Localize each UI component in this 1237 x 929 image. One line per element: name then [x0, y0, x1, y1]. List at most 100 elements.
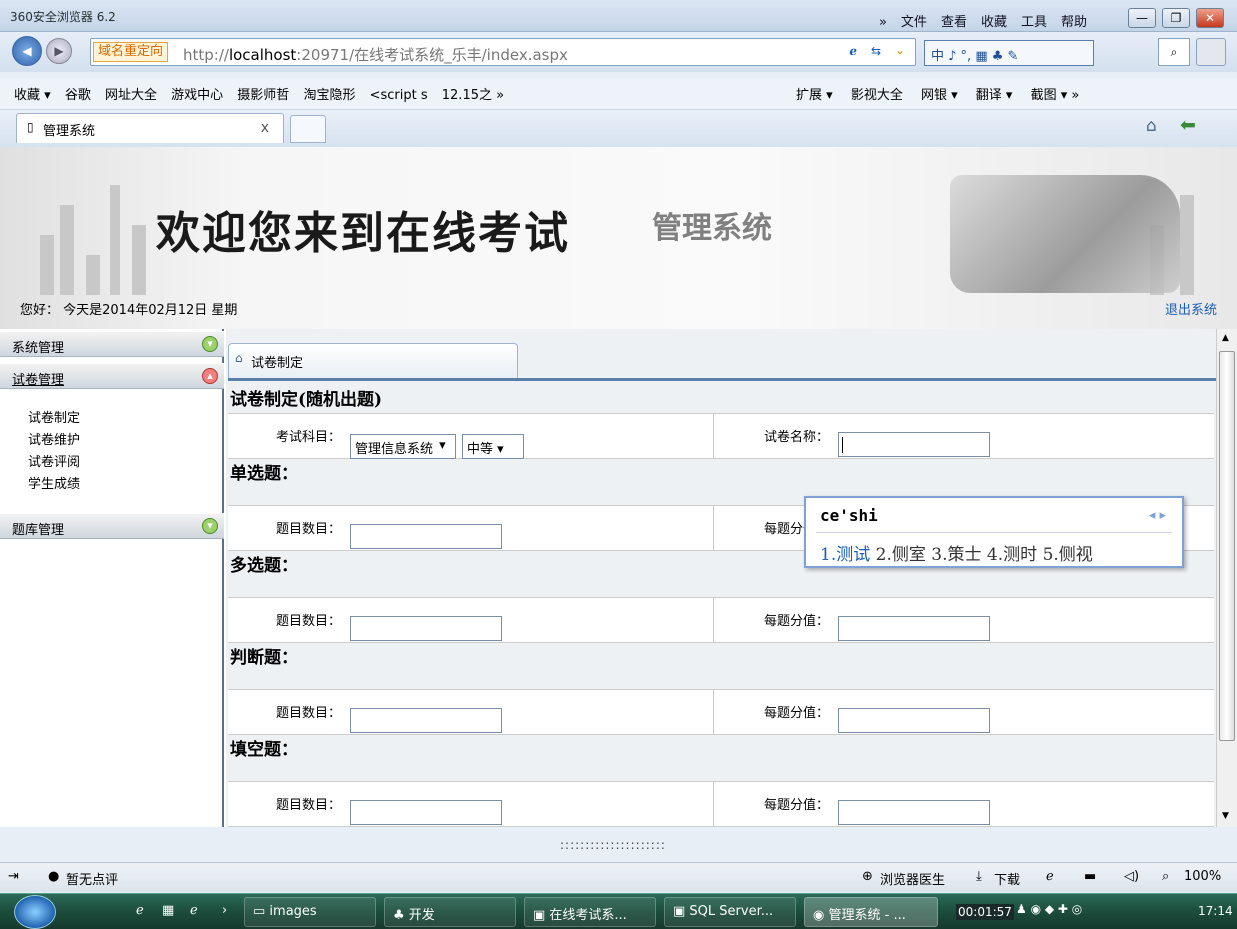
scroll-up-icon[interactable]: ▲	[1222, 333, 1229, 343]
fill-count-input[interactable]	[350, 800, 502, 825]
menu-view[interactable]: 查看	[941, 15, 967, 30]
quicklaunch-icon[interactable]: ▦	[162, 903, 174, 918]
menu-more[interactable]: »	[879, 15, 887, 30]
fav-games[interactable]: 游戏中心	[171, 88, 223, 103]
count-label: 题目数目：	[276, 798, 342, 813]
zoom-level[interactable]: 100%	[1184, 869, 1221, 884]
judge-count-input[interactable]	[350, 708, 502, 733]
expand-icon[interactable]: ▾	[202, 518, 218, 534]
menu-favorites[interactable]: 收藏	[981, 15, 1007, 30]
fav-1215[interactable]: 12.15之 »	[442, 88, 504, 103]
sound-icon[interactable]: ◁)	[1124, 869, 1139, 884]
tab-label: 试卷制定	[251, 356, 304, 371]
download-link[interactable]: 下载	[994, 869, 1020, 888]
fav-collect[interactable]: 收藏 ▾	[14, 88, 51, 103]
start-button[interactable]	[14, 895, 56, 929]
maximize-button[interactable]: ❐	[1162, 8, 1190, 28]
quicklaunch-icon[interactable]: ℯ	[136, 903, 144, 918]
taskbar-item-admin[interactable]: ◉ 管理系统 - ...	[804, 897, 938, 927]
multi-count-input[interactable]	[350, 616, 502, 641]
home-icon[interactable]: ⌂	[1146, 116, 1157, 136]
taskbar-item-dev[interactable]: ♣ 开发	[384, 897, 516, 927]
logout-link[interactable]: 退出系统	[1165, 299, 1217, 318]
refresh-icon[interactable]: ⇆	[871, 44, 881, 58]
fav-google[interactable]: 谷歌	[65, 88, 91, 103]
sidebar-item-student-scores[interactable]: 学生成绩	[28, 473, 80, 492]
screenshot-button[interactable]: 截图 ▾ »	[1031, 88, 1080, 103]
paper-name-input[interactable]	[838, 432, 990, 457]
taskbar-item-exam[interactable]: ▣ 在线考试系...	[524, 897, 656, 927]
ime-candidate[interactable]: 2.侧室	[876, 545, 926, 565]
sidebar-item-grade-paper[interactable]: 试卷评阅	[28, 451, 80, 470]
minimize-button[interactable]: —	[1128, 8, 1156, 28]
ime-page-arrows[interactable]: ◂ ▸	[1149, 508, 1166, 523]
forward-button[interactable]: ▶	[46, 38, 72, 64]
bank-button[interactable]: 网银 ▾	[921, 88, 958, 103]
sidebar-group-system[interactable]: 系统管理 ▾	[0, 331, 224, 357]
tray-icons[interactable]: ♟ ◉ ◆ ✚ ◎	[1016, 902, 1082, 916]
sidebar-group-papers[interactable]: 试卷管理 ▴	[0, 363, 224, 389]
ime-candidate[interactable]: 3.策士	[931, 545, 981, 565]
tree-icon: ♣	[393, 908, 409, 923]
ime-candidate[interactable]: 1.测试	[820, 545, 870, 565]
zoom-icon[interactable]: ⌕	[1162, 869, 1169, 884]
taskbar-item-sqlserver[interactable]: ▣ SQL Server...	[664, 897, 796, 927]
rating-text[interactable]: 暂无点评	[66, 869, 118, 888]
single-count-input[interactable]	[350, 524, 502, 549]
sidebar-toggle-icon[interactable]: ⇥	[8, 869, 19, 884]
building-graphic	[86, 255, 100, 295]
fill-score-input[interactable]	[838, 800, 990, 825]
quicklaunch-icon[interactable]: ℯ	[190, 903, 198, 918]
ime-candidate[interactable]: 5.侧视	[1043, 545, 1093, 565]
multi-score-input[interactable]	[838, 616, 990, 641]
recording-timer: 00:01:57	[956, 904, 1014, 920]
video-button[interactable]: 影视大全	[851, 88, 903, 103]
tab-close-icon[interactable]: x	[261, 120, 269, 136]
close-window-button[interactable]: ✕	[1196, 8, 1224, 28]
status-bar: ⇥ ● 暂无点评 ⊕ 浏览器医生 ⤓ 下载 ℯ ▬ ◁) ⌕ 100%	[0, 862, 1237, 892]
form-row-judge: 题目数目： 每题分值：	[228, 689, 1214, 735]
collapse-icon[interactable]: ▴	[202, 368, 218, 384]
fav-script[interactable]: <script s	[370, 88, 428, 103]
sidebar-group-question-bank[interactable]: 题库管理 ▾	[0, 513, 224, 539]
splitter-handle[interactable]: :::::::::::::::::::::	[560, 838, 666, 852]
fav-photographer[interactable]: 摄影师哲	[237, 88, 289, 103]
score-label: 每题分值：	[764, 614, 830, 629]
expand-icon[interactable]: ▾	[202, 336, 218, 352]
scroll-down-icon[interactable]: ▼	[1222, 811, 1229, 821]
tab-create-paper[interactable]: ⌂ 试卷制定	[228, 343, 518, 379]
tab-admin[interactable]: ▯ 管理系统 x	[16, 113, 284, 143]
dropdown-icon[interactable]: ⌄	[895, 43, 905, 57]
vertical-scrollbar[interactable]: ▲ ▼	[1216, 329, 1237, 827]
ime-candidate[interactable]: 4.测时	[987, 545, 1037, 565]
scroll-thumb[interactable]	[1219, 351, 1235, 741]
welcome-subtitle: 管理系统	[652, 211, 772, 246]
browser-doctor-link[interactable]: 浏览器医生	[880, 869, 945, 888]
sidebar-item-maintain-paper[interactable]: 试卷维护	[28, 429, 80, 448]
menu-tools[interactable]: 工具	[1021, 15, 1047, 30]
window-icon[interactable]: ▬	[1084, 869, 1096, 884]
ext-button[interactable]: 扩展 ▾	[796, 88, 833, 103]
back-button[interactable]: ◀	[12, 36, 42, 66]
avatar[interactable]	[1196, 38, 1226, 66]
fav-sites[interactable]: 网址大全	[105, 88, 157, 103]
subject-select[interactable]: 管理信息系统 ▾	[350, 434, 456, 459]
judge-score-input[interactable]	[838, 708, 990, 733]
level-select[interactable]: 中等 ▾	[462, 434, 524, 459]
ie-mode-icon[interactable]: ℯ	[849, 44, 857, 58]
redirect-badge[interactable]: 域名重定向	[93, 42, 169, 62]
address-bar[interactable]: 域名重定向 http://localhost:20971/在线考试系统_乐丰/i…	[90, 38, 916, 66]
taskbar-item-images[interactable]: ▭ images	[244, 897, 376, 927]
new-tab-button[interactable]	[290, 115, 326, 143]
chevron-right-icon[interactable]: ›	[222, 903, 227, 918]
menu-help[interactable]: 帮助	[1061, 15, 1087, 30]
ime-toolbar[interactable]: 中 ♪ °, ▦ ♣ ✎	[924, 40, 1094, 66]
sidebar-item-create-paper[interactable]: 试卷制定	[28, 407, 80, 426]
fav-taobao[interactable]: 淘宝隐形	[303, 88, 355, 103]
search-icon[interactable]: ⌕	[1158, 38, 1190, 66]
menu-file[interactable]: 文件	[901, 15, 927, 30]
ie-icon[interactable]: ℯ	[1046, 869, 1054, 884]
translate-button[interactable]: 翻译 ▾	[976, 88, 1013, 103]
taskbar-item-label: SQL Server...	[689, 904, 774, 919]
undo-icon[interactable]: ⬅	[1180, 114, 1196, 136]
